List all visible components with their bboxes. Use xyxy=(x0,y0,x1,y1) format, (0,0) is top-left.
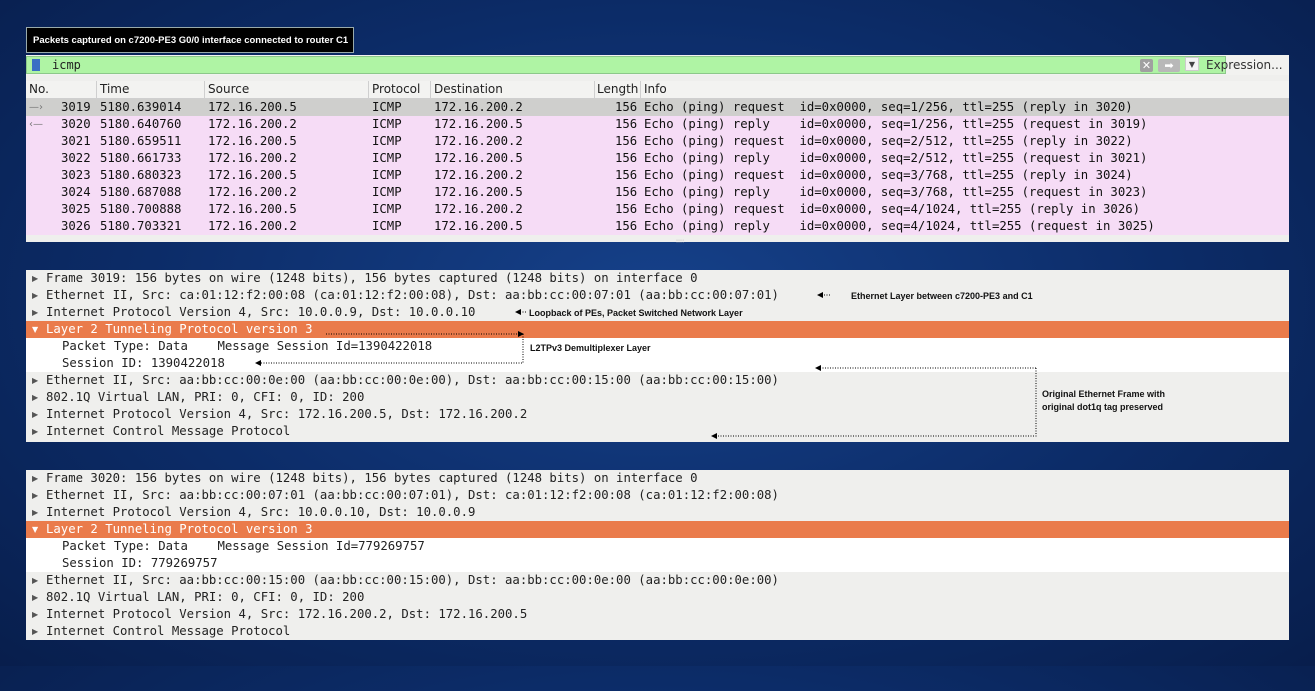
packet-row[interactable]: 3025 5180.700888 172.16.200.5 ICMP 172.1… xyxy=(26,201,1289,218)
packet-list-header: No. Time Source Protocol Destination Len… xyxy=(26,81,1289,99)
packet-row[interactable]: 3024 5180.687088 172.16.200.2 ICMP 172.1… xyxy=(26,184,1289,201)
column-header-protocol[interactable]: Protocol xyxy=(372,82,420,96)
pane-resize-handle[interactable]: :::: xyxy=(676,238,688,245)
column-header-length[interactable]: Length xyxy=(597,82,638,96)
tree-item-inner-ethernet[interactable]: ▶ Ethernet II, Src: aa:bb:cc:00:15:00 (a… xyxy=(26,572,1289,589)
tree-item-packet-type[interactable]: Packet Type: Data Message Session Id=779… xyxy=(26,538,1289,555)
tree-item-ipv4[interactable]: ▶ Internet Protocol Version 4, Src: 10.0… xyxy=(26,504,1289,521)
annotation-original-frame-line2: original dot1q tag preserved xyxy=(1042,402,1164,412)
expand-arrow-icon[interactable]: ▶ xyxy=(32,487,38,504)
expand-arrow-icon[interactable]: ▶ xyxy=(32,470,38,487)
expand-arrow-icon[interactable]: ▶ xyxy=(32,504,38,521)
tree-item-icmp[interactable]: ▶ Internet Control Message Protocol xyxy=(26,623,1289,640)
expression-button[interactable]: Expression... xyxy=(1202,56,1289,74)
annotation-arrows xyxy=(255,292,1037,439)
filter-value: icmp xyxy=(52,58,81,72)
tree-item-l2tpv3[interactable]: ▼ Layer 2 Tunneling Protocol version 3 xyxy=(26,521,1289,538)
column-header-destination[interactable]: Destination xyxy=(434,82,503,96)
expand-arrow-icon[interactable]: ▶ xyxy=(32,572,38,589)
display-filter-bar: icmp ✕ ➡ ▼ Expression... xyxy=(26,55,1289,75)
chevron-down-icon[interactable]: ▼ xyxy=(1185,57,1199,71)
packet-list-panel: icmp ✕ ➡ ▼ Expression... No. Time Source… xyxy=(26,55,1289,245)
request-arrow-icon: —› xyxy=(29,102,43,113)
collapse-arrow-icon[interactable]: ▼ xyxy=(32,521,38,538)
session-id-arrow xyxy=(255,334,524,366)
apply-filter-icon[interactable]: ➡ xyxy=(1158,59,1180,72)
column-header-source[interactable]: Source xyxy=(208,82,249,96)
column-header-no[interactable]: No. xyxy=(29,82,49,96)
packet-row[interactable]: 3022 5180.661733 172.16.200.2 ICMP 172.1… xyxy=(26,150,1289,167)
capture-caption: Packets captured on c7200-PE3 G0/0 inter… xyxy=(26,27,354,53)
reply-arrow-icon: ‹— xyxy=(29,119,43,130)
bookmark-icon[interactable] xyxy=(32,59,40,71)
annotation-ethernet-layer: Ethernet Layer between c7200-PE3 and C1 xyxy=(851,291,1033,301)
annotation-l2tpv3: L2TPv3 Demultiplexer Layer xyxy=(530,343,651,353)
expand-arrow-icon[interactable]: ▶ xyxy=(32,589,38,606)
column-header-time[interactable]: Time xyxy=(100,82,129,96)
expand-arrow-icon[interactable]: ▶ xyxy=(32,623,38,640)
tree-item-vlan[interactable]: ▶ 802.1Q Virtual LAN, PRI: 0, CFI: 0, ID… xyxy=(26,589,1289,606)
display-filter-input[interactable]: icmp ✕ ➡ xyxy=(26,56,1226,74)
tree-item-session-id[interactable]: Session ID: 779269757 xyxy=(26,555,1289,572)
tree-item-inner-ipv4[interactable]: ▶ Internet Protocol Version 4, Src: 172.… xyxy=(26,606,1289,623)
packet-row[interactable]: 3023 5180.680323 172.16.200.5 ICMP 172.1… xyxy=(26,167,1289,184)
original-frame-arrow-bottom xyxy=(711,368,1037,439)
packet-details-3019: ▶ Frame 3019: 156 bytes on wire (1248 bi… xyxy=(26,270,1289,442)
packet-row[interactable]: —› 3019 5180.639014 172.16.200.5 ICMP 17… xyxy=(26,99,1289,116)
packet-row[interactable]: 3021 5180.659511 172.16.200.5 ICMP 172.1… xyxy=(26,133,1289,150)
packet-row[interactable]: ‹— 3020 5180.640760 172.16.200.2 ICMP 17… xyxy=(26,116,1289,133)
annotation-loopback: Loopback of PEs, Packet Switched Network… xyxy=(529,308,743,318)
clear-filter-icon[interactable]: ✕ xyxy=(1140,59,1153,72)
packet-row[interactable]: 3026 5180.703321 172.16.200.2 ICMP 172.1… xyxy=(26,218,1289,235)
column-header-info[interactable]: Info xyxy=(644,82,667,96)
tree-item-ethernet[interactable]: ▶ Ethernet II, Src: aa:bb:cc:00:07:01 (a… xyxy=(26,487,1289,504)
packet-details-3020: ▶ Frame 3020: 156 bytes on wire (1248 bi… xyxy=(26,470,1289,640)
expand-arrow-icon[interactable]: ▶ xyxy=(32,606,38,623)
annotation-original-frame-line1: Original Ethernet Frame with xyxy=(1042,389,1166,399)
tree-item-frame[interactable]: ▶ Frame 3020: 156 bytes on wire (1248 bi… xyxy=(26,470,1289,487)
